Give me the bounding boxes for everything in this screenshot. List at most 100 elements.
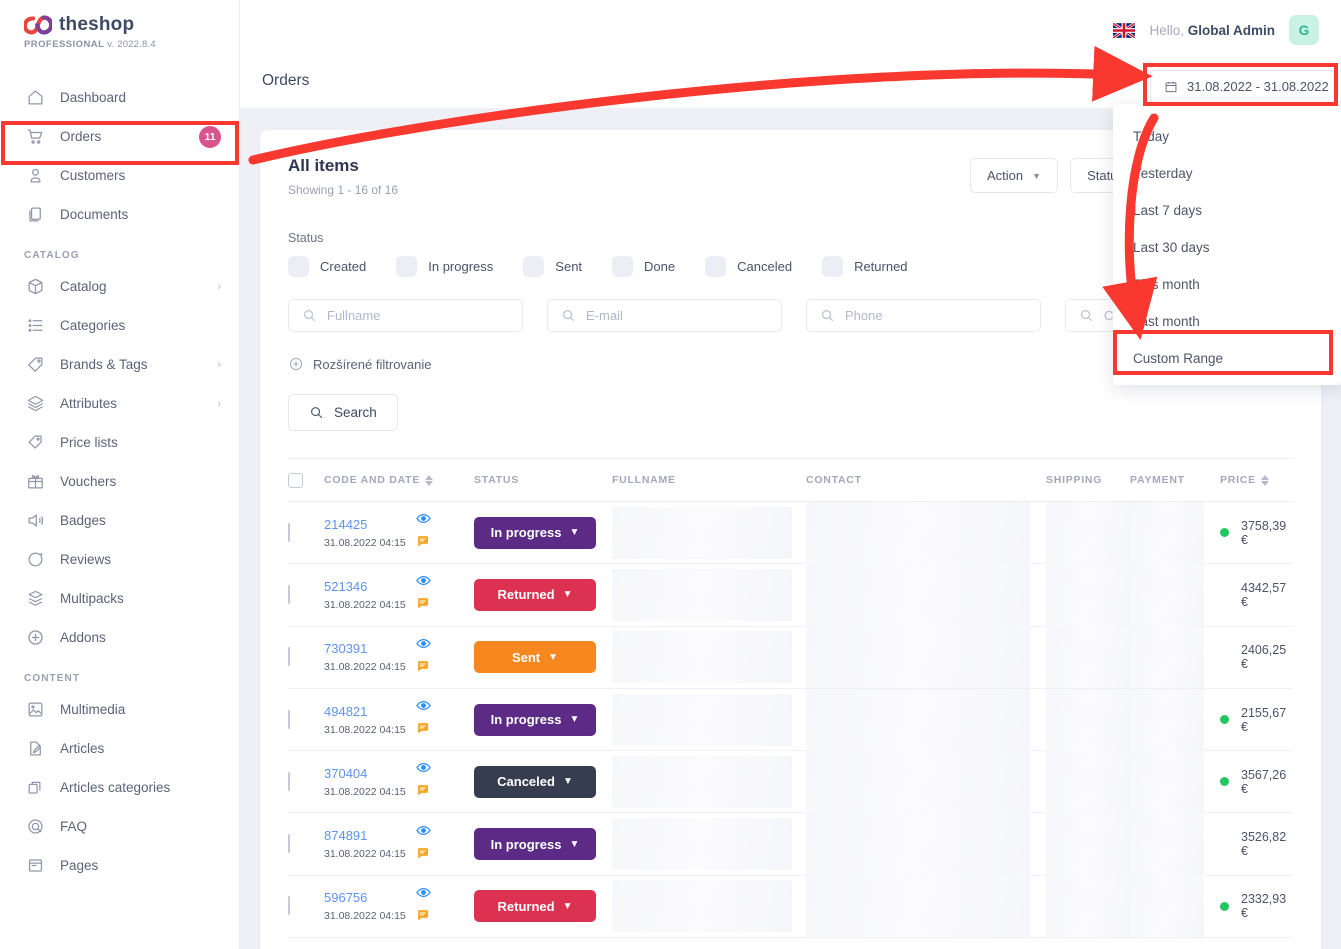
sidebar-item-addons[interactable]: Addons (0, 618, 239, 657)
fullname-input[interactable] (327, 300, 522, 331)
row-checkbox[interactable] (288, 709, 290, 729)
row-checkbox-cell[interactable] (288, 834, 324, 854)
eye-icon[interactable] (416, 698, 431, 718)
sidebar-item-faq[interactable]: FAQ (0, 807, 239, 846)
phone-filter[interactable] (806, 299, 1041, 332)
order-code-link[interactable]: 874891 (324, 828, 424, 843)
action-dropdown-button[interactable]: Action ▼ (970, 158, 1059, 193)
status-pill[interactable]: Returned ▼ (474, 890, 596, 923)
sort-icon[interactable] (1260, 474, 1269, 486)
comment-icon[interactable] (416, 596, 431, 616)
comment-icon[interactable] (416, 534, 431, 554)
dropdown-item-this-month[interactable]: This month (1113, 266, 1341, 303)
status-checkbox-sent[interactable]: Sent (523, 256, 582, 277)
dropdown-item-last-7-days[interactable]: Last 7 days (1113, 192, 1341, 229)
brand-logo[interactable]: theshop PROFESSIONAL v. 2022.8.4 (0, 0, 239, 50)
table-row[interactable]: 521346 31.08.2022 04:15 Returned ▼ 4342,57 € (288, 563, 1293, 627)
sidebar-item-categories[interactable]: Categories (0, 306, 239, 345)
sidebar-item-multimedia[interactable]: Multimedia (0, 690, 239, 729)
email-filter[interactable] (547, 299, 782, 332)
dropdown-item-yesterday[interactable]: Yesterday (1113, 155, 1341, 192)
order-code-link[interactable]: 494821 (324, 704, 424, 719)
status-pill[interactable]: In progress ▼ (474, 828, 596, 861)
table-row[interactable]: 214425 31.08.2022 04:15 In progress ▼ 3758,3… (288, 501, 1293, 565)
row-checkbox-cell[interactable] (288, 522, 324, 542)
sidebar-item-attributes[interactable]: Attributes › (0, 384, 239, 423)
dropdown-item-last-month[interactable]: Last month (1113, 303, 1341, 340)
checkbox-box[interactable] (288, 256, 309, 277)
checkbox-box[interactable] (523, 256, 545, 277)
table-row[interactable]: 494821 31.08.2022 04:15 In progress ▼ 2155,6… (288, 688, 1293, 752)
eye-icon[interactable] (416, 573, 431, 593)
select-all-checkbox-cell[interactable] (288, 472, 324, 488)
sort-icon[interactable] (425, 474, 434, 486)
row-checkbox-cell[interactable] (288, 771, 324, 791)
phone-input[interactable] (845, 300, 1040, 331)
comment-icon[interactable] (416, 659, 431, 679)
status-checkbox-done[interactable]: Done (612, 256, 675, 277)
row-checkbox[interactable] (288, 771, 290, 791)
uk-flag-icon[interactable] (1113, 22, 1136, 38)
checkbox-box[interactable] (705, 256, 727, 277)
row-checkbox[interactable] (288, 522, 290, 542)
sidebar-item-articles-categories[interactable]: Articles categories (0, 768, 239, 807)
row-checkbox[interactable] (288, 647, 290, 667)
status-checkbox-in-progress[interactable]: In progress (396, 256, 493, 277)
eye-icon[interactable] (416, 760, 431, 780)
checkbox-box[interactable] (612, 256, 634, 277)
order-code-link[interactable]: 596756 (324, 890, 424, 905)
comment-icon[interactable] (416, 783, 431, 803)
search-button[interactable]: Search (288, 394, 398, 431)
date-range-button[interactable]: 31.08.2022 - 31.08.2022 (1150, 70, 1341, 103)
avatar[interactable]: G (1289, 15, 1319, 45)
status-pill[interactable]: In progress ▼ (474, 703, 596, 736)
column-price[interactable]: PRICE (1220, 474, 1293, 486)
sidebar-item-orders[interactable]: Orders 11 (0, 117, 239, 156)
status-checkbox-created[interactable]: Created (288, 256, 366, 277)
eye-icon[interactable] (416, 511, 431, 531)
row-checkbox-cell[interactable] (288, 709, 324, 729)
sidebar-item-brands-tags[interactable]: Brands & Tags › (0, 345, 239, 384)
dropdown-item-today[interactable]: Today (1113, 118, 1341, 155)
comment-icon[interactable] (416, 908, 431, 928)
fullname-filter[interactable] (288, 299, 523, 332)
checkbox-box[interactable] (396, 256, 418, 277)
sidebar-item-reviews[interactable]: Reviews (0, 540, 239, 579)
table-row[interactable]: 874891 31.08.2022 04:15 In progress ▼ 3526,8… (288, 813, 1293, 876)
row-checkbox-cell[interactable] (288, 647, 324, 667)
eye-icon[interactable] (416, 885, 431, 905)
table-row[interactable]: 730391 31.08.2022 04:15 Sent ▼ 2406,25 € (288, 626, 1293, 689)
comment-icon[interactable] (416, 721, 431, 741)
row-checkbox[interactable] (288, 834, 290, 854)
status-pill[interactable]: In progress ▼ (474, 516, 596, 549)
status-pill[interactable]: Canceled ▼ (474, 765, 596, 798)
dropdown-item-last-30-days[interactable]: Last 30 days (1113, 229, 1341, 266)
status-pill[interactable]: Returned ▼ (474, 578, 596, 611)
sidebar-item-badges[interactable]: Badges (0, 501, 239, 540)
status-checkbox-returned[interactable]: Returned (822, 256, 908, 277)
checkbox-box[interactable] (822, 256, 844, 277)
column-code-and-date[interactable]: CODE AND DATE (324, 474, 474, 486)
sidebar-item-dashboard[interactable]: Dashboard (0, 78, 239, 117)
email-input[interactable] (586, 300, 781, 331)
sidebar-item-articles[interactable]: Articles (0, 729, 239, 768)
table-row[interactable]: 370404 31.08.2022 04:15 Canceled ▼ 3567,26 € (288, 750, 1293, 814)
sidebar-item-multipacks[interactable]: Multipacks (0, 579, 239, 618)
table-row[interactable]: 596756 31.08.2022 04:15 Returned ▼ 2332,93 € (288, 875, 1293, 939)
order-code-link[interactable]: 730391 (324, 641, 424, 656)
eye-icon[interactable] (416, 636, 431, 656)
sidebar-item-catalog[interactable]: Catalog › (0, 267, 239, 306)
comment-icon[interactable] (416, 846, 431, 866)
sidebar-item-vouchers[interactable]: Vouchers (0, 462, 239, 501)
order-code-link[interactable]: 370404 (324, 766, 424, 781)
status-pill[interactable]: Sent ▼ (474, 641, 596, 674)
order-code-link[interactable]: 214425 (324, 517, 424, 532)
sidebar-item-price-lists[interactable]: Price lists (0, 423, 239, 462)
row-checkbox[interactable] (288, 584, 290, 604)
select-all-checkbox[interactable] (288, 472, 303, 488)
sidebar-item-pages[interactable]: Pages (0, 846, 239, 885)
order-code-link[interactable]: 521346 (324, 579, 424, 594)
eye-icon[interactable] (416, 823, 431, 843)
row-checkbox-cell[interactable] (288, 584, 324, 604)
row-checkbox[interactable] (288, 896, 290, 916)
